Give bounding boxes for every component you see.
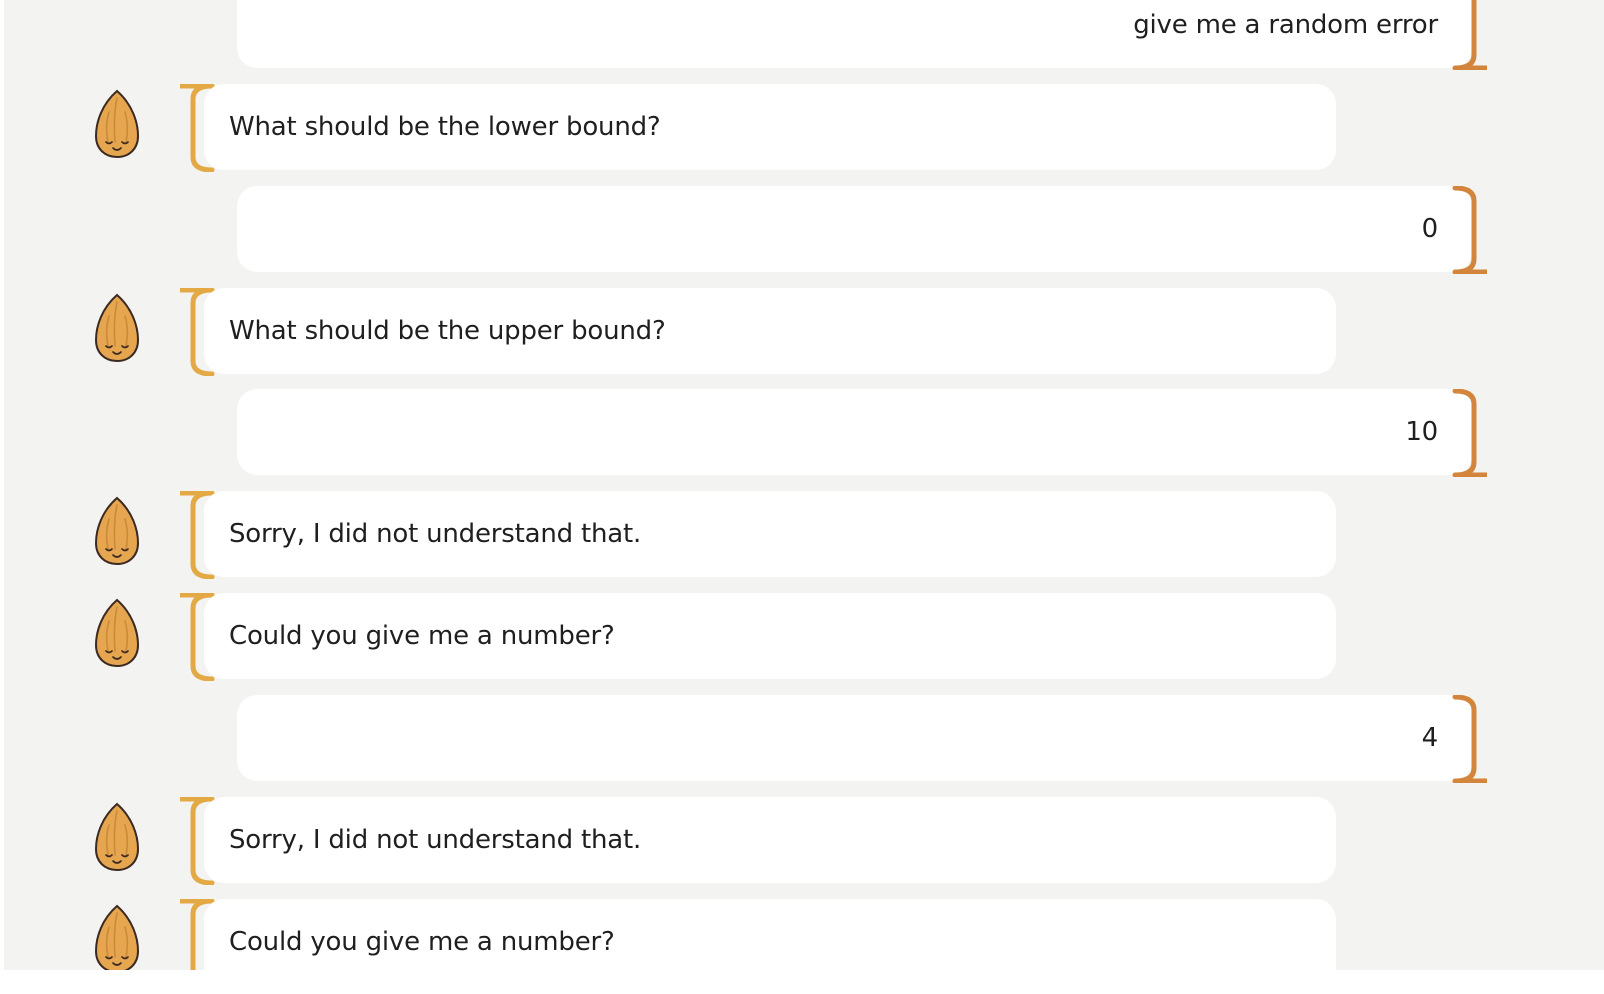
almond-avatar-icon [94, 496, 140, 566]
user-message-text: give me a random error [1133, 10, 1438, 40]
chat-transcript: give me a random error What should be th… [4, 0, 1604, 970]
page-bottom-strip [0, 970, 1604, 994]
bot-message-bubble: Could you give me a number? [204, 899, 1336, 970]
user-message-bubble: 10 [237, 389, 1472, 475]
bot-message-bubble: What should be the lower bound? [204, 84, 1336, 170]
user-bracket-icon [1452, 695, 1487, 783]
bot-message: What should be the upper bound? [4, 288, 1604, 376]
user-message-text: 10 [1405, 417, 1438, 447]
bot-message: Could you give me a number? [4, 899, 1604, 970]
bot-message-bubble: What should be the upper bound? [204, 288, 1336, 374]
bot-message-text: Sorry, I did not understand that. [229, 519, 642, 549]
bot-message: What should be the lower bound? [4, 84, 1604, 172]
user-message: 4 [4, 695, 1604, 783]
bot-message-bubble: Sorry, I did not understand that. [204, 797, 1336, 883]
almond-avatar-icon [94, 293, 140, 363]
user-bracket-icon [1452, 389, 1487, 477]
user-message: 0 [4, 186, 1604, 274]
user-message-bubble: 4 [237, 695, 1472, 781]
user-message: 10 [4, 389, 1604, 477]
user-message-bubble: 0 [237, 186, 1472, 272]
bot-message-text: Sorry, I did not understand that. [229, 825, 642, 855]
bot-message-text: Could you give me a number? [229, 927, 615, 957]
user-bracket-icon [1452, 0, 1487, 70]
bot-message-bubble: Sorry, I did not understand that. [204, 491, 1336, 577]
bot-message-text: Could you give me a number? [229, 621, 615, 651]
almond-avatar-icon [94, 89, 140, 159]
bot-message: Sorry, I did not understand that. [4, 491, 1604, 579]
almond-avatar-icon [94, 598, 140, 668]
user-bracket-icon [1452, 186, 1487, 274]
bot-message-text: What should be the upper bound? [229, 316, 666, 346]
user-message-text: 0 [1421, 214, 1439, 244]
bot-message: Sorry, I did not understand that. [4, 797, 1604, 885]
almond-avatar-icon [94, 802, 140, 872]
bot-message-bubble: Could you give me a number? [204, 593, 1336, 679]
user-message-text: 4 [1421, 723, 1439, 753]
bot-message-text: What should be the lower bound? [229, 112, 661, 142]
user-message: give me a random error [4, 0, 1604, 70]
almond-avatar-icon [94, 904, 140, 970]
bot-message: Could you give me a number? [4, 593, 1604, 681]
user-message-bubble: give me a random error [237, 0, 1472, 68]
